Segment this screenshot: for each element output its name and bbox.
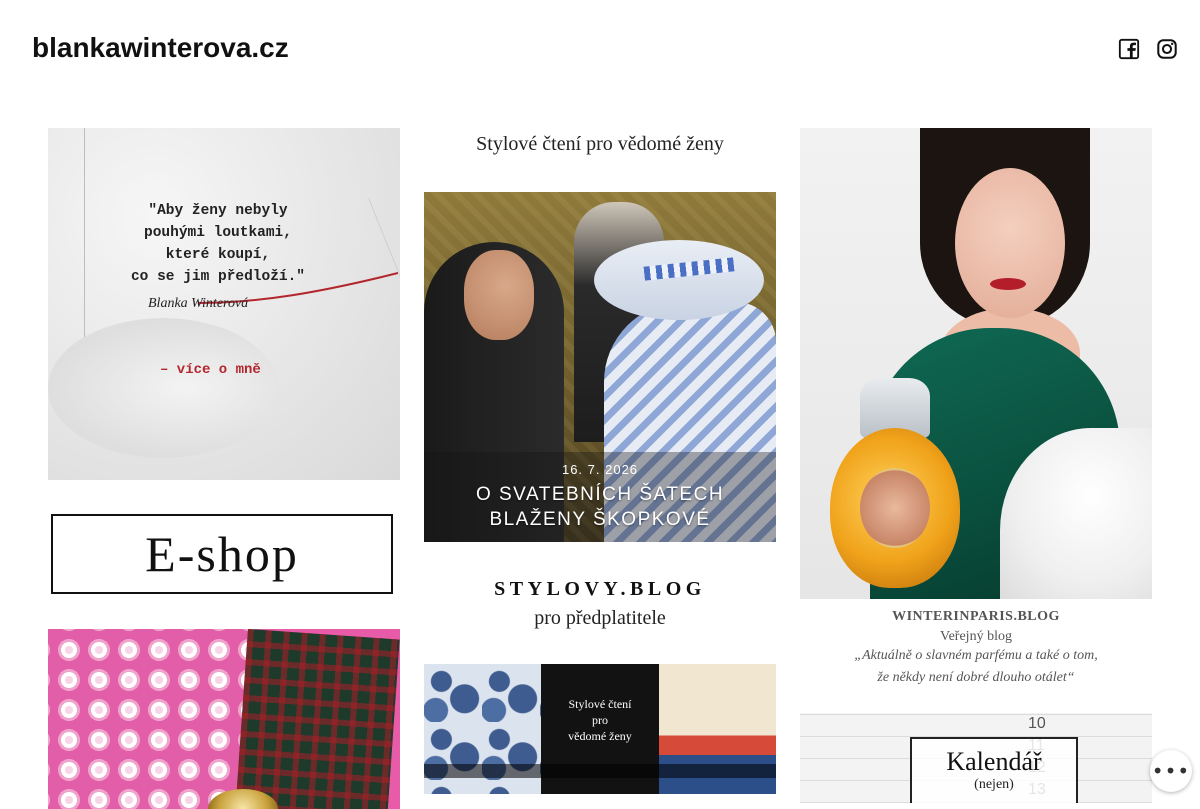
stylovy-blog-collage[interactable]: Stylové čtení pro vědomé ženy (424, 664, 776, 794)
winterinparis-title[interactable]: WINTERINPARIS.BLOG (800, 609, 1152, 625)
calendar-tile[interactable]: 10 11 12 13 Kalendář (nejen) (800, 713, 1152, 803)
instagram-icon[interactable] (1156, 38, 1178, 60)
site-tagline: Stylové čtení pro vědomé ženy (476, 133, 724, 155)
wedding-dress-article-tile[interactable]: 16. 7. 2026 O SVATEBNÍCH ŠATECH BLAŽENY … (424, 192, 776, 542)
groom-face (464, 250, 534, 340)
winterinparis-blog-tile[interactable] (800, 128, 1152, 599)
portrait-face (955, 168, 1065, 318)
perfume-label (860, 468, 930, 548)
collage-strip (424, 764, 776, 778)
quote-signature: Blanka Winterová (148, 296, 249, 311)
article-title: O SVATEBNÍCH ŠATECH BLAŽENY ŠKOPKOVÉ (475, 484, 725, 530)
eshop-label: E-shop (51, 514, 393, 594)
bride-hat (594, 240, 764, 320)
site-title-link[interactable]: blankawinterova.cz (32, 30, 289, 66)
article-date: 16. 7. 2026 (561, 462, 639, 477)
calendar-subtitle: (nejen) (974, 777, 1014, 792)
stylovy-blog-subtitle: pro předplatitele (534, 607, 666, 629)
plaid-fabric-image (235, 629, 400, 809)
middle-column: Stylové čtení pro vědomé ženy 16. 7. 202… (424, 128, 776, 794)
winterinparis-subtitle: Veřejný blog (940, 629, 1012, 644)
right-column: WINTERINPARIS.BLOG Veřejný blog „Aktuáln… (800, 128, 1152, 803)
eshop-tile[interactable]: E-shop (48, 512, 400, 600)
signature-swoosh (198, 272, 398, 304)
hand-image (48, 318, 278, 458)
left-column: "Aby ženy nebyly pouhými loutkami, které… (48, 128, 400, 809)
about-me-link[interactable]: – více o mně (160, 362, 261, 378)
winterinparis-quote: „Aktuálně o slavném parfému a také o tom… (854, 648, 1098, 685)
collage-text: Stylové čtení pro vědomé ženy (568, 697, 632, 743)
social-links (1118, 38, 1178, 60)
pattern-tile[interactable] (48, 629, 400, 809)
calendar-title: Kalendář (946, 747, 1042, 776)
facebook-icon[interactable] (1118, 38, 1140, 60)
stylovy-blog-title[interactable]: STYLOVY.BLOG (424, 578, 776, 601)
polka-fabric-image (48, 629, 268, 809)
more-options-button[interactable]: ••• (1150, 750, 1192, 792)
portrait-lips (990, 278, 1026, 290)
about-me-tile[interactable]: "Aby ženy nebyly pouhými loutkami, které… (48, 128, 400, 480)
